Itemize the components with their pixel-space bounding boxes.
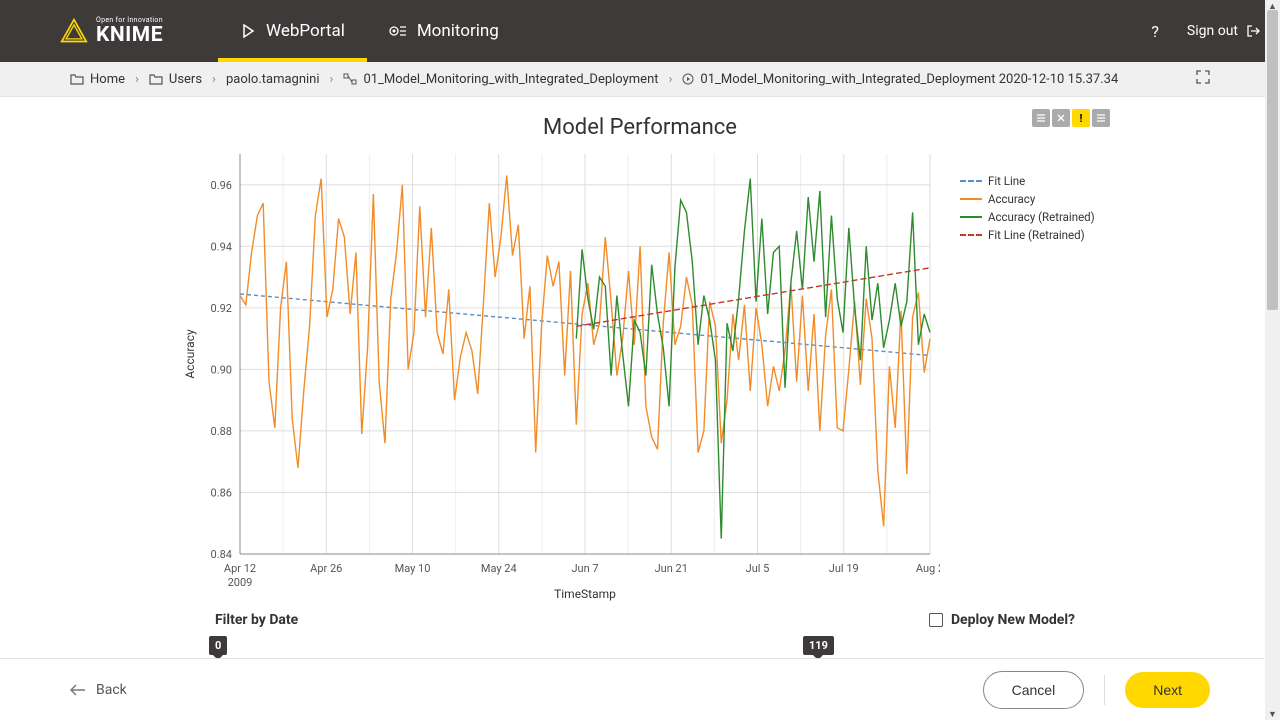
deploy-checkbox[interactable]: Deploy New Model? <box>929 612 1075 628</box>
toolbar-list-button[interactable] <box>1092 109 1110 127</box>
toolbar-menu-button[interactable] <box>1032 109 1050 127</box>
brand-name: KNIME <box>96 25 163 46</box>
svg-text:0.86: 0.86 <box>211 486 232 499</box>
help-icon[interactable]: ? <box>1151 22 1159 41</box>
back-label: Back <box>96 682 127 698</box>
breadcrumb-home[interactable]: Home <box>70 72 125 87</box>
svg-text:Accuracy: Accuracy <box>183 329 197 379</box>
legend-item[interactable]: Accuracy <box>960 192 1095 206</box>
next-button[interactable]: Next <box>1125 672 1210 708</box>
chevron-right-icon: › <box>330 72 334 87</box>
svg-text:0.90: 0.90 <box>211 363 232 376</box>
tab-webportal[interactable]: WebPortal <box>218 0 367 62</box>
menu-icon <box>1036 113 1046 123</box>
checkbox-icon <box>929 613 943 627</box>
slider-max-badge: 119 <box>803 636 834 655</box>
svg-text:0.94: 0.94 <box>211 240 232 253</box>
legend-label: Fit Line <box>988 174 1025 188</box>
svg-text:Aug 2: Aug 2 <box>916 562 940 575</box>
svg-text:Jun 7: Jun 7 <box>571 562 598 575</box>
breadcrumb-workflow[interactable]: 01_Model_Monitoring_with_Integrated_Depl… <box>343 72 658 87</box>
breadcrumb-run[interactable]: 01_Model_Monitoring_with_Integrated_Depl… <box>682 72 1118 87</box>
svg-text:May 24: May 24 <box>481 562 517 575</box>
legend-item[interactable]: Fit Line (Retrained) <box>960 228 1095 242</box>
legend-label: Accuracy <box>988 192 1035 206</box>
svg-text:TimeStamp: TimeStamp <box>554 587 616 601</box>
content-area: ! Model Performance Apr 12Apr 26May 10Ma… <box>0 97 1280 628</box>
legend-label: Fit Line (Retrained) <box>988 228 1085 242</box>
deploy-label: Deploy New Model? <box>951 612 1075 628</box>
tab-monitoring-label: Monitoring <box>417 21 499 41</box>
back-button[interactable]: Back <box>70 682 127 698</box>
toolbar-reset-button[interactable] <box>1052 109 1070 127</box>
legend-item[interactable]: Fit Line <box>960 174 1095 188</box>
top-bar: Open for Innovation KNIME WebPortal Moni… <box>0 0 1280 62</box>
list-icon <box>1096 113 1106 123</box>
tab-monitoring[interactable]: Monitoring <box>367 0 521 62</box>
svg-text:0.84: 0.84 <box>211 548 232 561</box>
chevron-right-icon: › <box>212 72 216 87</box>
breadcrumb-user[interactable]: paolo.tamagnini <box>226 72 320 87</box>
signout-button[interactable]: Sign out <box>1187 23 1260 39</box>
filter-label: Filter by Date <box>215 612 298 628</box>
legend-item[interactable]: Accuracy (Retrained) <box>960 210 1095 224</box>
svg-text:Apr 26: Apr 26 <box>310 562 342 575</box>
toolbar-warning-button[interactable]: ! <box>1072 109 1090 127</box>
legend-label: Accuracy (Retrained) <box>988 210 1095 224</box>
play-icon <box>240 23 256 39</box>
svg-text:2009: 2009 <box>228 576 253 589</box>
footer-bar: Back Cancel Next <box>0 658 1280 720</box>
breadcrumb-users[interactable]: Users <box>149 72 202 87</box>
brand-logo: Open for Innovation KNIME <box>60 17 163 46</box>
warning-icon: ! <box>1080 112 1083 125</box>
svg-text:Jul 5: Jul 5 <box>746 562 770 575</box>
signout-label: Sign out <box>1187 23 1238 39</box>
svg-text:0.92: 0.92 <box>211 302 232 315</box>
knime-triangle-icon <box>60 17 88 45</box>
folder-icon <box>149 73 163 85</box>
nav-tabs: WebPortal Monitoring <box>218 0 521 62</box>
chart-legend: Fit Line Accuracy Accuracy (Retrained) Fit … <box>960 174 1095 604</box>
workflow-icon <box>343 73 357 85</box>
chevron-right-icon: › <box>669 72 673 87</box>
close-icon <box>1056 113 1066 123</box>
expand-button[interactable] <box>1196 70 1210 88</box>
folder-icon <box>70 73 84 85</box>
svg-text:Jun 21: Jun 21 <box>655 562 688 575</box>
chevron-right-icon: › <box>135 72 139 87</box>
signout-icon <box>1246 24 1260 38</box>
cancel-button[interactable]: Cancel <box>983 671 1085 709</box>
breadcrumb: Home › Users › paolo.tamagnini › 01_Mode… <box>0 62 1280 97</box>
vertical-scrollbar[interactable]: ▲ ▼ <box>1265 0 1280 720</box>
line-chart: Apr 12 Apr 26 May 10 May 24 Jun 7 Jun 21 Jul 5… <box>180 144 940 604</box>
legend-swatch <box>960 234 982 236</box>
expand-icon <box>1196 70 1210 84</box>
monitoring-icon <box>389 23 407 39</box>
svg-text:0.88: 0.88 <box>211 425 232 438</box>
arrow-left-icon <box>70 684 86 696</box>
legend-swatch <box>960 198 982 200</box>
scroll-thumb[interactable] <box>1267 10 1278 310</box>
legend-swatch <box>960 216 982 218</box>
svg-text:Jul 19: Jul 19 <box>829 562 859 575</box>
svg-text:0.96: 0.96 <box>211 179 232 192</box>
svg-text:Apr 12: Apr 12 <box>224 562 256 575</box>
svg-text:May 10: May 10 <box>395 562 431 575</box>
chart-toolbar: ! <box>1032 109 1110 127</box>
slider-min-badge: 0 <box>209 636 227 655</box>
legend-swatch <box>960 180 982 182</box>
run-icon <box>682 73 694 85</box>
footer-divider <box>1104 675 1105 705</box>
tab-webportal-label: WebPortal <box>266 21 345 41</box>
scroll-down-icon: ▼ <box>1265 708 1280 720</box>
